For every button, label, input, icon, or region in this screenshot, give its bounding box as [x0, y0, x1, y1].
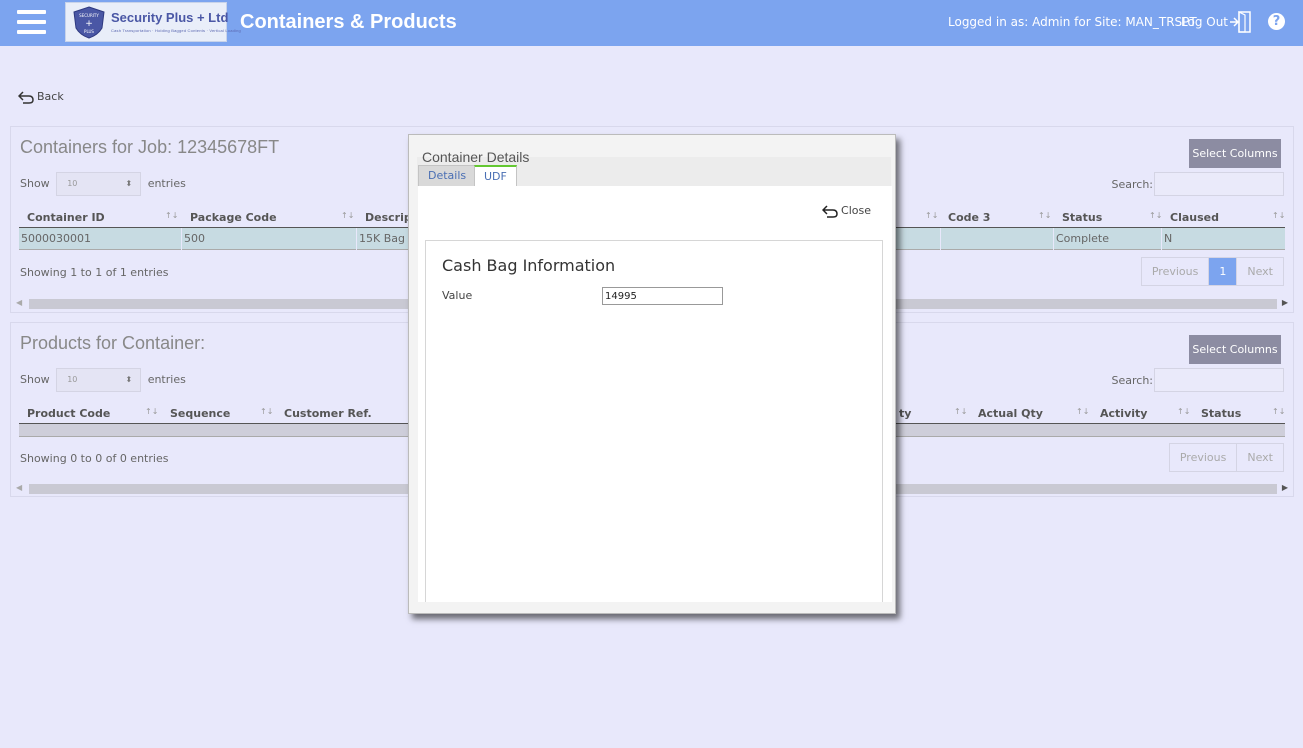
- sort-icon: ↑↓: [1076, 407, 1090, 416]
- close-label: Close: [841, 204, 871, 217]
- products-info: Showing 0 to 0 of 0 entries: [20, 452, 169, 465]
- containers-search-label: Search:: [1111, 178, 1154, 191]
- page-length-value: 10: [67, 179, 78, 188]
- sort-icon: ↑↓: [954, 407, 968, 416]
- cell-divider: [1161, 228, 1162, 250]
- help-icon[interactable]: ?: [1268, 13, 1285, 30]
- udf-section: Cash Bag Information Value: [425, 240, 883, 602]
- back-arrow-icon: [17, 90, 34, 104]
- containers-pager: Previous 1 Next: [1140, 257, 1284, 286]
- scroll-left-icon[interactable]: ◀: [16, 298, 22, 307]
- products-search-input[interactable]: [1154, 368, 1284, 392]
- select-arrows-icon: ⬍: [125, 375, 133, 384]
- col-claused[interactable]: Claused: [1170, 211, 1219, 224]
- page-title: Containers & Products: [240, 11, 457, 33]
- products-pager: Previous Next: [1168, 443, 1284, 472]
- value-field[interactable]: [602, 287, 723, 305]
- sort-icon: ↑↓: [145, 407, 159, 416]
- sort-icon: ↑↓: [165, 211, 179, 220]
- tab-udf[interactable]: UDF: [474, 165, 517, 186]
- previous-button[interactable]: Previous: [1142, 258, 1210, 285]
- select-arrows-icon: ⬍: [125, 179, 133, 188]
- svg-text:SECURITY: SECURITY: [79, 13, 99, 18]
- next-button[interactable]: Next: [1237, 258, 1283, 285]
- container-details-modal: Details UDF Container Details Close Cash…: [408, 134, 896, 614]
- col-code-3[interactable]: Code 3: [948, 211, 990, 224]
- col-product-code[interactable]: Product Code: [27, 407, 110, 420]
- login-info: Logged in as: Admin for Site: MAN_TRSPT: [948, 15, 1197, 29]
- cell-description: 15K Bag: [359, 232, 405, 245]
- svg-text:+: +: [85, 19, 93, 29]
- col-container-id[interactable]: Container ID: [27, 211, 105, 224]
- modal-title: Container Details: [422, 149, 530, 165]
- containers-info: Showing 1 to 1 of 1 entries: [20, 266, 169, 279]
- menu-icon[interactable]: [17, 10, 46, 34]
- col-sequence[interactable]: Sequence: [170, 407, 230, 420]
- cell-container-id: 5000030001: [21, 232, 91, 245]
- col-status[interactable]: Status: [1062, 211, 1102, 224]
- sort-icon: ↑↓: [1272, 211, 1286, 220]
- back-label: Back: [37, 90, 64, 103]
- svg-text:PLUS: PLUS: [84, 29, 94, 34]
- brand-tagline: Cash Transportation · Holding Bagged Con…: [111, 28, 241, 33]
- top-navbar: SECURITY + PLUS Security Plus + Ltd Cash…: [0, 0, 1303, 46]
- previous-button[interactable]: Previous: [1170, 444, 1238, 471]
- cell-package-code: 500: [184, 232, 205, 245]
- shield-logo-icon: SECURITY + PLUS: [73, 6, 105, 39]
- close-arrow-icon: [821, 204, 838, 218]
- products-page-length: Show 10 ⬍ entries: [20, 368, 186, 392]
- cell-status: Complete: [1056, 232, 1110, 245]
- cell-divider: [940, 228, 941, 250]
- back-button[interactable]: Back: [17, 90, 64, 104]
- page-1-button[interactable]: 1: [1209, 258, 1238, 285]
- sort-icon: ↑↓: [1149, 211, 1163, 220]
- scroll-right-icon[interactable]: ▶: [1282, 483, 1288, 492]
- show-label: Show: [20, 177, 50, 190]
- col-status[interactable]: Status: [1201, 407, 1241, 420]
- entries-label: entries: [147, 177, 186, 190]
- col-package-code[interactable]: Package Code: [190, 211, 277, 224]
- col-activity[interactable]: Activity: [1100, 407, 1147, 420]
- value-label: Value: [442, 289, 473, 302]
- entries-label: entries: [147, 373, 186, 386]
- sort-icon: ↑↓: [1177, 407, 1191, 416]
- containers-page-length: Show 10 ⬍ entries: [20, 172, 186, 196]
- brand-name: Security Plus + Ltd: [111, 10, 229, 25]
- sort-icon: ↑↓: [1038, 211, 1052, 220]
- company-logo: SECURITY + PLUS Security Plus + Ltd Cash…: [65, 2, 241, 42]
- close-button[interactable]: Close: [821, 204, 871, 218]
- tab-details[interactable]: Details: [418, 165, 477, 186]
- modal-body: Close Cash Bag Information Value: [418, 186, 892, 602]
- sort-icon: ↑↓: [341, 211, 355, 220]
- sort-icon: ↑↓: [1272, 407, 1286, 416]
- scroll-left-icon[interactable]: ◀: [16, 483, 22, 492]
- udf-section-title: Cash Bag Information: [442, 256, 616, 275]
- products-select-columns-button[interactable]: Select Columns: [1189, 335, 1281, 364]
- cell-divider: [1053, 228, 1054, 250]
- products-search-label: Search:: [1111, 374, 1154, 387]
- col-qty[interactable]: ty: [899, 407, 911, 420]
- products-title: Products for Container:: [20, 333, 206, 353]
- col-actual-qty[interactable]: Actual Qty: [978, 407, 1043, 420]
- scroll-right-icon[interactable]: ▶: [1282, 298, 1288, 307]
- show-label: Show: [20, 373, 50, 386]
- next-button[interactable]: Next: [1237, 444, 1283, 471]
- col-customer-ref[interactable]: Customer Ref.: [284, 407, 372, 420]
- sort-icon: ↑↓: [260, 407, 274, 416]
- page-length-select[interactable]: 10 ⬍: [56, 172, 142, 196]
- sort-icon: ↑↓: [925, 211, 939, 220]
- cell-claused: N: [1164, 232, 1173, 245]
- cell-divider: [356, 228, 357, 250]
- page-length-select[interactable]: 10 ⬍: [56, 368, 142, 392]
- page-length-value: 10: [67, 375, 78, 384]
- containers-title: Containers for Job: 12345678FT: [20, 137, 280, 157]
- logout-link[interactable]: Log Out: [1181, 15, 1228, 29]
- cell-divider: [181, 228, 182, 250]
- containers-select-columns-button[interactable]: Select Columns: [1189, 139, 1281, 168]
- logout-icon[interactable]: [1229, 10, 1253, 34]
- containers-search-input[interactable]: [1154, 172, 1284, 196]
